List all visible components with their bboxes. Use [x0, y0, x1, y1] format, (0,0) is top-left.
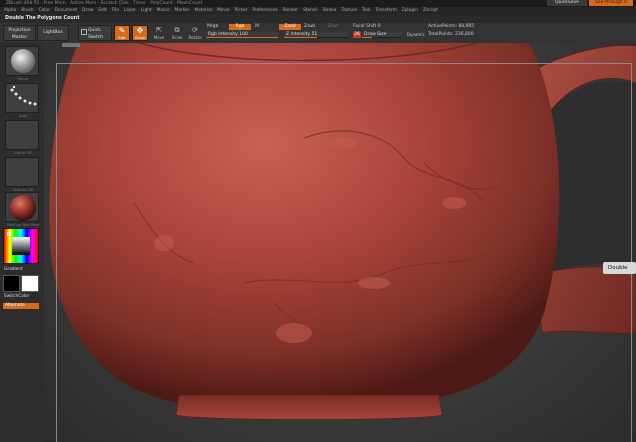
document-title: Double The Polygons Count: [5, 16, 80, 21]
menu-item-macro[interactable]: Macro: [157, 7, 170, 15]
alpha-thumb[interactable]: Alpha Off: [5, 120, 39, 155]
zsub-toggle[interactable]: Zsub: [304, 24, 315, 30]
material-thumb[interactable]: MatCap Red Wax: [5, 192, 39, 227]
draw-size-fill: [362, 37, 373, 38]
draw-size-slider[interactable]: Draw Size: [362, 32, 402, 38]
horizontal-scrollbar[interactable]: [62, 43, 80, 47]
move-button[interactable]: ⇱ Move: [152, 26, 166, 40]
menu-bar: Alpha Brush Color Document Draw Edit File Layer…: [0, 7, 636, 15]
rotate-icon: ⟳: [192, 26, 198, 34]
menu-item-tool[interactable]: Tool: [362, 7, 370, 15]
edit-button[interactable]: ✎ Edit: [114, 25, 130, 41]
dynamic-toggle[interactable]: Dynamic: [407, 32, 425, 38]
menu-item-stroke[interactable]: Stroke: [323, 7, 337, 15]
see-through-slider[interactable]: See-through 0: [589, 0, 633, 6]
menu-item-layer[interactable]: Layer: [124, 7, 136, 15]
rgb-toggle[interactable]: Rgb: [229, 24, 251, 30]
menu-items: Alpha Brush Color Document Draw Edit File Layer…: [4, 7, 438, 15]
menu-item-light[interactable]: Light: [141, 7, 152, 15]
stroke-thumb[interactable]: Dots: [5, 83, 39, 118]
sphere-brush-icon: [11, 49, 35, 73]
toolbar: Projection Master LightBox Quick Sketch …: [0, 23, 636, 43]
brush-thumb[interactable]: Move: [5, 46, 39, 81]
material-sphere-icon: [10, 195, 36, 221]
edit-icon: ✎: [118, 26, 126, 35]
zcut-toggle[interactable]: Zcut: [328, 24, 338, 30]
menu-item-zscript[interactable]: Zscript: [423, 7, 438, 15]
double-tooltip: Double: [603, 262, 636, 274]
rgb-intensity-fill: [206, 37, 278, 38]
z-intensity-slider[interactable]: Z Intensity 51: [284, 32, 348, 38]
menu-item-draw[interactable]: Draw: [82, 7, 93, 15]
mrgb-toggle[interactable]: Mrgb: [207, 24, 218, 30]
quicksave-button[interactable]: QuickSave: [547, 0, 587, 6]
menu-item-document[interactable]: Document: [55, 7, 77, 15]
menu-item-preferences[interactable]: Preferences: [252, 7, 277, 15]
z-intensity-fill: [284, 37, 317, 38]
menu-item-edit[interactable]: Edit: [98, 7, 106, 15]
draw-size-value: 26: [353, 32, 361, 38]
document-frame: [56, 63, 632, 442]
zadd-toggle[interactable]: Zadd: [279, 24, 301, 30]
dots-stroke-icon: [10, 85, 37, 106]
menu-item-zplugin[interactable]: Zplugin: [402, 7, 418, 15]
menu-item-marker[interactable]: Marker: [175, 7, 190, 15]
color-picker[interactable]: [3, 228, 39, 264]
draw-icon: ✥: [136, 26, 144, 35]
menu-item-texture[interactable]: Texture: [341, 7, 357, 15]
menu-item-file[interactable]: File: [112, 7, 119, 15]
color-picker-handle[interactable]: [7, 232, 11, 236]
rgb-intensity-slider[interactable]: Rgb Intensity 100: [206, 32, 278, 38]
secondary-color-swatch[interactable]: [21, 275, 39, 292]
gradient-toggle[interactable]: Gradient: [4, 267, 23, 272]
focal-shift-slider[interactable]: Focal Shift 0: [353, 24, 381, 30]
menu-item-color[interactable]: Color: [39, 7, 50, 15]
texture-thumb[interactable]: Texture Off: [5, 157, 39, 192]
switch-color-button[interactable]: SwitchColor: [4, 294, 29, 299]
menu-item-alpha[interactable]: Alpha: [4, 7, 16, 15]
draw-button[interactable]: ✥ Draw: [132, 25, 148, 41]
left-tray: Move Dots Alpha Off Texture Off MatCap R…: [0, 43, 44, 442]
scale-icon: ⧉: [174, 26, 180, 34]
scale-button[interactable]: ⧉ Scale: [170, 26, 184, 40]
quick-sketch-icon: [81, 29, 87, 35]
title-bar-text: ZBrush 4R8 P2 · Free Mem · Active Mem · …: [6, 1, 203, 6]
total-points: TotalPoints: 236,800: [428, 32, 474, 37]
menu-item-brush[interactable]: Brush: [21, 7, 33, 15]
title-bar: ZBrush 4R8 P2 · Free Mem · Active Mem · …: [0, 0, 636, 7]
menu-item-stencil[interactable]: Stencil: [303, 7, 318, 15]
projection-master-button[interactable]: Projection Master: [3, 25, 36, 41]
rotate-button[interactable]: ⟳ Rotate: [188, 26, 202, 40]
menu-item-movie[interactable]: Movie: [217, 7, 230, 15]
active-points: ActivePoints: 88,985: [428, 24, 475, 29]
viewport-canvas[interactable]: [44, 43, 636, 442]
main-color-swatch[interactable]: [3, 275, 20, 292]
menu-item-transform[interactable]: Transform: [375, 7, 396, 15]
lightbox-button[interactable]: LightBox: [37, 25, 69, 41]
menu-item-picker[interactable]: Picker: [235, 7, 248, 15]
document-row: Double The Polygons Count: [0, 15, 636, 23]
menu-item-render[interactable]: Render: [283, 7, 298, 15]
menu-item-material[interactable]: Material: [194, 7, 211, 15]
m-toggle[interactable]: M: [255, 24, 259, 30]
color-square[interactable]: [12, 237, 30, 255]
alternate-button[interactable]: Alternate: [3, 303, 39, 309]
move-icon: ⇱: [156, 26, 162, 34]
